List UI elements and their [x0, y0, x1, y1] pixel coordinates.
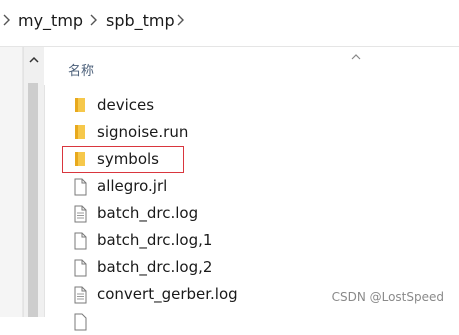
list-item[interactable]: batch_drc.log — [44, 200, 459, 227]
list-item[interactable]: devices — [44, 92, 459, 119]
scrollbar-thumb[interactable] — [28, 83, 38, 317]
chevron-right-icon[interactable] — [89, 13, 99, 27]
list-item-partial[interactable] — [44, 308, 459, 335]
list-item[interactable]: signoise.run — [44, 119, 459, 146]
column-header-name[interactable]: 名称 — [68, 60, 94, 79]
file-name[interactable]: batch_drc.log,1 — [97, 231, 212, 249]
list-item[interactable]: batch_drc.log,1 — [44, 227, 459, 254]
file-name[interactable]: devices — [97, 96, 154, 114]
file-icon — [74, 259, 87, 277]
folder-icon — [75, 98, 85, 112]
file-name[interactable]: allegro.jrl — [97, 177, 167, 195]
file-icon — [74, 232, 87, 250]
file-name[interactable]: convert_gerber.log — [97, 285, 238, 303]
list-item[interactable]: allegro.jrl — [44, 173, 459, 200]
breadcrumb-item-my-tmp[interactable]: my_tmp — [18, 11, 83, 30]
folder-icon — [75, 125, 85, 139]
watermark: CSDN @LostSpeed — [331, 290, 444, 304]
breadcrumb: my_tmp spb_tmp — [0, 0, 459, 47]
scroll-up-arrow-icon[interactable] — [29, 56, 39, 64]
column-header: 名称 — [44, 47, 459, 85]
text-file-icon — [74, 205, 87, 223]
file-list: devices signoise.run symbols allegro.jrl… — [44, 90, 459, 331]
file-name[interactable]: signoise.run — [97, 123, 188, 141]
file-icon — [74, 178, 87, 196]
file-name[interactable]: batch_drc.log,2 — [97, 258, 212, 276]
file-icon — [74, 313, 87, 331]
breadcrumb-item-spb-tmp[interactable]: spb_tmp — [106, 11, 175, 30]
sort-ascending-icon — [351, 54, 361, 60]
chevron-right-icon[interactable] — [176, 13, 186, 27]
file-name[interactable]: batch_drc.log — [97, 204, 198, 222]
vertical-scrollbar[interactable] — [23, 47, 45, 317]
chevron-right-icon[interactable] — [2, 13, 12, 27]
list-item[interactable]: batch_drc.log,2 — [44, 254, 459, 281]
navigation-pane[interactable] — [0, 47, 23, 317]
text-file-icon — [74, 286, 87, 304]
highlight-box — [62, 146, 184, 173]
